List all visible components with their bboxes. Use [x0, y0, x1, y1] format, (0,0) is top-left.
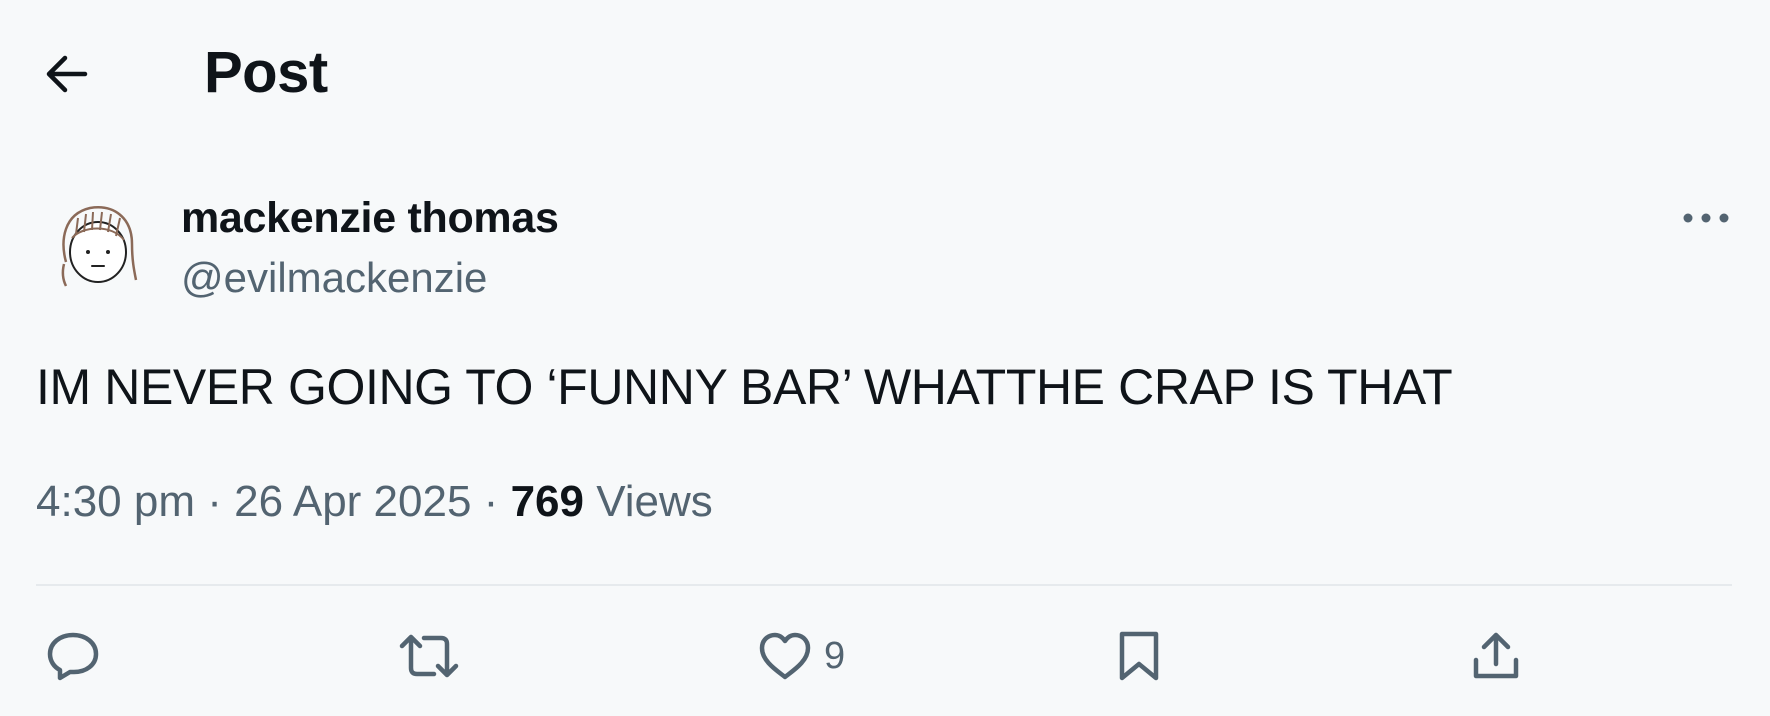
repost-icon — [399, 634, 459, 678]
post-page: Post mackenzie thomas @evilmackenzie IM … — [0, 0, 1770, 716]
reply-button[interactable] — [46, 624, 100, 688]
post-date[interactable]: 26 Apr 2025 — [234, 477, 471, 526]
reply-bubble-icon — [47, 632, 99, 681]
views-count: 769 — [510, 477, 584, 526]
meta-separator: · — [483, 477, 499, 526]
like-button[interactable]: 9 — [758, 624, 845, 688]
views-label: Views — [596, 477, 713, 526]
bookmark-button[interactable] — [1116, 624, 1162, 688]
more-options-button[interactable] — [1676, 196, 1736, 240]
post-time[interactable]: 4:30 pm — [36, 477, 195, 526]
hand-drawn-face-avatar — [61, 206, 138, 287]
repost-button[interactable] — [398, 624, 460, 688]
heart-icon — [759, 632, 811, 680]
share-upload-icon — [1473, 632, 1519, 679]
avatar[interactable] — [56, 200, 142, 292]
meta-separator: · — [207, 477, 222, 526]
ellipsis-icon — [1683, 213, 1729, 223]
back-button[interactable] — [36, 44, 96, 104]
share-button[interactable] — [1470, 624, 1522, 688]
page-title: Post — [204, 40, 328, 105]
author-name[interactable]: mackenzie thomas — [181, 192, 559, 244]
post-meta: 4:30 pm · 26 Apr 2025 · 769 Views — [36, 474, 713, 530]
bookmark-icon — [1119, 631, 1159, 681]
arrow-left-icon — [46, 55, 88, 93]
like-count: 9 — [824, 635, 846, 677]
author-handle[interactable]: @evilmackenzie — [181, 252, 487, 304]
post-text: IM NEVER GOING TO ‘FUNNY BAR’ WHATTHE CR… — [36, 359, 1453, 415]
divider — [36, 584, 1732, 586]
